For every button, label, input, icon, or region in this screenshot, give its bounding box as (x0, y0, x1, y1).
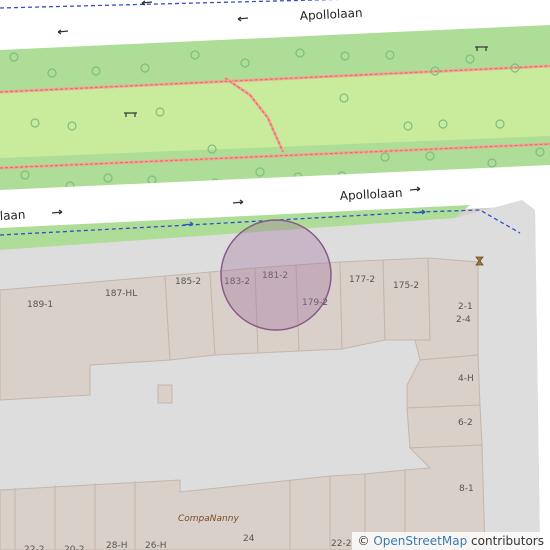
house-number: 189-1 (27, 300, 53, 310)
house-number: 175-2 (393, 281, 419, 291)
house-number: 177-2 (349, 275, 375, 285)
location-marker-circle[interactable] (220, 219, 332, 331)
house-number: 2-1 (458, 302, 473, 312)
house-number: 2-4 (456, 315, 471, 325)
attribution-suffix: contributors (467, 534, 544, 548)
house-number: 28-H (106, 541, 127, 550)
house-number: 8-1 (459, 484, 474, 494)
street-label-laan: laan (0, 208, 26, 223)
house-number: 22-2 (331, 539, 351, 549)
house-number: 24 (243, 534, 255, 544)
poi-label: CompaNanny (178, 514, 239, 524)
house-number: 26-H (145, 541, 166, 550)
house-number: 6-2 (458, 418, 473, 428)
house-number: 22-2 (24, 545, 44, 550)
house-number: 185-2 (175, 277, 201, 287)
map-attribution: © OpenStreetMap contributors (351, 532, 550, 550)
copyright-symbol: © (357, 534, 370, 548)
house-number: 4-H (458, 374, 474, 384)
osm-link[interactable]: OpenStreetMap (373, 534, 467, 548)
house-number: 20-2 (64, 545, 84, 550)
house-number: 187-HL (105, 289, 137, 299)
map-canvas[interactable]: Apollolaan Apollolaan laan 189-1 187-HL … (0, 0, 550, 550)
